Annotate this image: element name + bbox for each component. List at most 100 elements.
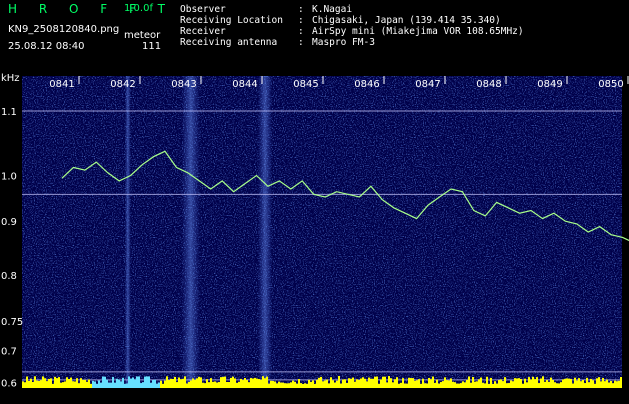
baseline-bar: [604, 381, 606, 388]
baseline-bar: [514, 378, 516, 388]
y-tick-label: 0.7: [1, 346, 17, 357]
baseline-bar: [448, 380, 450, 388]
baseline-bar: [148, 376, 150, 388]
baseline-bar: [350, 378, 352, 388]
baseline-bar: [326, 379, 328, 388]
baseline-bar: [442, 381, 444, 388]
baseline-bar: [274, 381, 276, 388]
baseline-bar: [366, 381, 368, 388]
baseline-bar: [246, 380, 248, 388]
baseline-bar: [100, 382, 102, 388]
meta-key: Receiving antenna: [180, 37, 278, 48]
baseline-bar: [494, 381, 496, 388]
baseline-bar: [534, 379, 536, 388]
baseline-bar: [70, 377, 72, 388]
baseline-bar: [592, 380, 594, 388]
baseline-bar: [174, 376, 176, 388]
baseline-bar: [476, 381, 478, 388]
baseline-bar: [104, 376, 106, 388]
baseline-bar: [430, 379, 432, 388]
baseline-bar: [310, 381, 312, 388]
baseline-bar: [528, 377, 530, 388]
baseline-bar: [202, 382, 204, 388]
baseline-bar: [110, 382, 112, 388]
baseline-bar: [44, 378, 46, 388]
baseline-bar: [118, 379, 120, 388]
baseline-bar: [470, 382, 472, 388]
baseline-bar: [120, 381, 122, 388]
baseline-bar: [368, 377, 370, 388]
baseline-bar: [132, 377, 134, 388]
baseline-bar: [618, 380, 620, 388]
baseline-bar: [214, 381, 216, 388]
baseline-bar: [226, 382, 228, 388]
baseline-bar: [392, 382, 394, 388]
baseline-bar: [290, 382, 292, 388]
baseline-bar: [162, 383, 164, 388]
baseline-bar: [596, 378, 598, 388]
baseline-bar: [222, 376, 224, 388]
baseline-bar: [386, 382, 388, 388]
baseline-bar: [142, 382, 144, 388]
spectrogram-panel: 0841 0842 0843 0844 0845 0846 0847 0848 0849 0850…: [0, 72, 629, 400]
baseline-bar: [372, 378, 374, 388]
baseline-bar: [414, 380, 416, 388]
baseline-bar: [454, 382, 456, 388]
baseline-bar: [412, 378, 414, 388]
baseline-bar: [582, 380, 584, 388]
x-tick-label: 0842: [110, 79, 135, 90]
baseline-bar: [460, 383, 462, 388]
baseline-bar: [360, 378, 362, 388]
baseline-bar: [434, 382, 436, 388]
baseline-bar: [450, 378, 452, 388]
baseline-bar: [206, 379, 208, 388]
baseline-bar: [324, 380, 326, 388]
x-tick-label: 0849: [537, 79, 562, 90]
metadata-block: Observer: K.Nagai Receiving Location: Chig…: [180, 4, 524, 48]
baseline-bar: [376, 376, 378, 388]
baseline-bar: [606, 379, 608, 388]
interference-band: [181, 76, 200, 388]
baseline-bar: [436, 379, 438, 388]
baseline-bar: [572, 383, 574, 388]
y-tick-label: 0.75: [1, 317, 23, 328]
baseline-bar: [496, 383, 498, 388]
baseline-bar: [600, 381, 602, 388]
baseline-bar: [382, 376, 384, 388]
interference-band: [124, 76, 131, 388]
baseline-bar: [540, 378, 542, 388]
timestamp-label: 25.08.12 08:40: [8, 41, 85, 52]
baseline-bar: [330, 377, 332, 388]
baseline-bar: [236, 382, 238, 388]
baseline-bar: [502, 381, 504, 388]
baseline-bar: [316, 379, 318, 388]
y-tick-label: 0.6: [1, 379, 17, 390]
interference-band: [258, 76, 273, 388]
baseline-bar: [224, 376, 226, 388]
baseline-bar: [340, 383, 342, 388]
baseline-bar: [560, 382, 562, 388]
meta-colon: :: [298, 37, 304, 48]
x-tick-label: 0846: [354, 79, 379, 90]
baseline-bar: [52, 383, 54, 388]
baseline-bar: [116, 378, 118, 388]
baseline-bar: [598, 377, 600, 388]
baseline-bar: [520, 378, 522, 388]
baseline-bar: [620, 376, 622, 388]
baseline-bar: [518, 378, 520, 388]
baseline-bar: [498, 379, 500, 388]
baseline-bar: [106, 379, 108, 388]
meta-colon: :: [298, 4, 304, 15]
baseline-bar: [228, 382, 230, 388]
baseline-bar: [516, 378, 518, 388]
baseline-bar: [24, 382, 26, 388]
y-tick-label: 1.1: [1, 107, 17, 118]
baseline-bar: [456, 383, 458, 388]
baseline-bar: [62, 382, 64, 388]
x-tick-label: 0847: [415, 79, 440, 90]
baseline-bar: [422, 378, 424, 388]
x-tick-label: 0850: [598, 79, 623, 90]
baseline-bar: [542, 376, 544, 388]
baseline-bar: [88, 379, 90, 388]
baseline-bar: [398, 383, 400, 388]
